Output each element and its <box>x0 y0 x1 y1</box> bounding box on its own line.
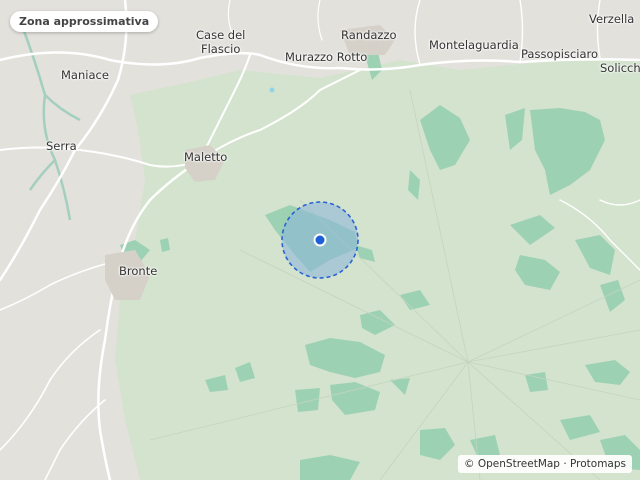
map-attribution[interactable]: © OpenStreetMap · Protomaps <box>458 455 632 473</box>
place-label-murazzo-rotto: Murazzo Rotto <box>285 50 368 64</box>
place-label-montelaguardia: Montelaguardia <box>429 38 519 52</box>
rivers <box>18 19 81 221</box>
place-label-solicchiata: Solicchi <box>600 61 640 75</box>
small-pond-icon <box>269 87 275 93</box>
location-marker <box>313 233 327 247</box>
place-label-case-del-flascio: Case del Flascio <box>196 28 246 56</box>
approximate-zone-badge: Zona approssimativa <box>10 11 159 32</box>
place-label-serra: Serra <box>46 139 77 153</box>
place-label-randazzo: Randazzo <box>341 28 397 42</box>
place-label-maletto: Maletto <box>184 150 228 164</box>
map-view[interactable]: Case del Flascio Randazzo Murazzo Rotto … <box>0 0 640 480</box>
place-label-maniace: Maniace <box>61 68 109 82</box>
place-label-verzella: Verzella <box>589 12 635 26</box>
place-label-passopisciaro: Passopisciaro <box>521 47 599 61</box>
place-label-bronte: Bronte <box>119 264 158 278</box>
